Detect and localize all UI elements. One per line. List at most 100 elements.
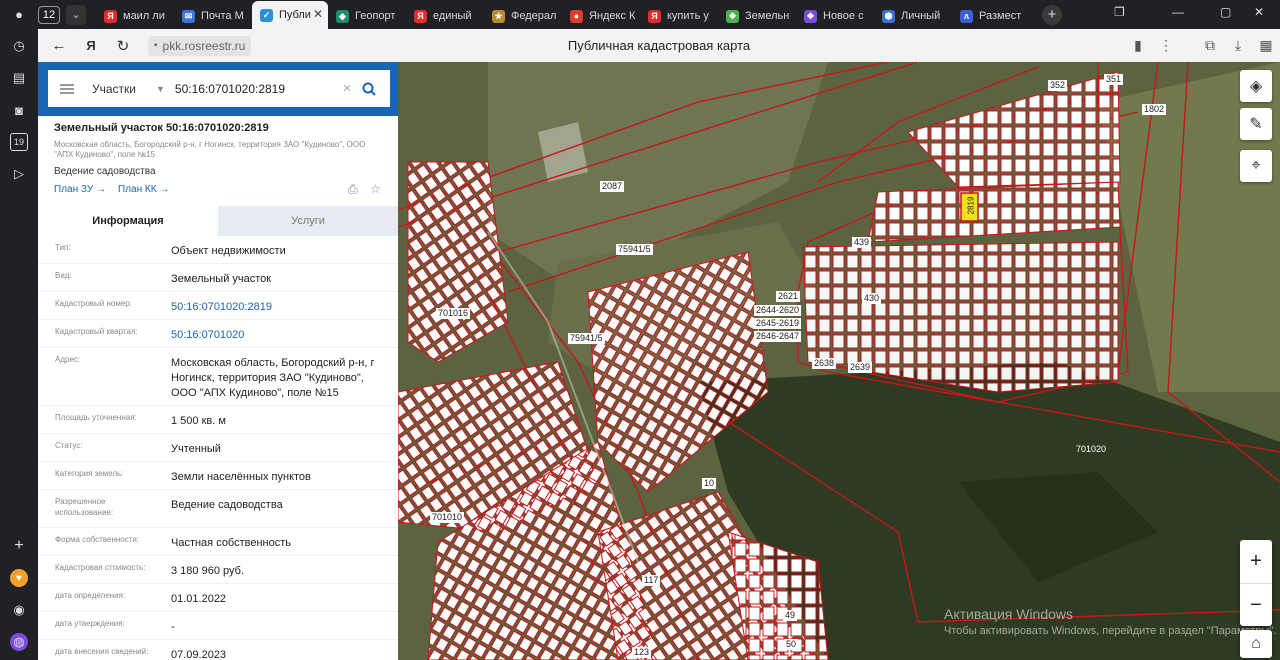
parcel-label: 352 (1048, 80, 1068, 91)
tab-label: Личный (901, 10, 941, 22)
back-arrow-icon[interactable]: ← (48, 35, 70, 57)
url-field[interactable]: ▪ pkk.rosreestr.ru (148, 35, 252, 56)
browser-tab[interactable]: ʌ Размест (952, 3, 1030, 29)
attribute-row: Форма собственности: Частная собственност… (38, 528, 398, 556)
add-sidebar-icon[interactable]: + (10, 537, 28, 555)
attribute-label: Форма собственности: (55, 535, 140, 544)
browser-tab[interactable]: Якупить у (640, 3, 718, 29)
parcel-label: 2645-2619 (754, 318, 802, 329)
browser-tab[interactable]: ◆ Геопорт (328, 3, 406, 29)
zoom-in-button[interactable]: + (1240, 540, 1272, 583)
profile-icon[interactable]: ● (0, 7, 38, 22)
attribute-label: Категория земель: (55, 469, 124, 478)
browser-tab[interactable]: Ямаил ли (96, 3, 174, 29)
tab-count-button[interactable]: 12 (38, 5, 60, 24)
browser-tab[interactable]: ✓ Публи ✕ (252, 1, 328, 29)
quarter-label: 701020 (1076, 444, 1107, 454)
share-icon[interactable]: ⧉ (1196, 37, 1224, 54)
tab-favicon-icon: ❖ (804, 9, 817, 23)
attribute-row: Категория земель: Земли населённых пункто… (38, 462, 398, 490)
tab-favicon-icon: ✓ (260, 8, 273, 22)
attribute-row: Разрешенное использование: Ведение садово… (38, 490, 398, 528)
attribute-value[interactable]: 50:16:0701020:2819 (171, 300, 391, 315)
maximize-icon[interactable]: ▢ (1220, 5, 1231, 19)
address-bar-actions: ▮ ⋮ ⧉ ⤓ ▦ (1124, 29, 1280, 62)
reload-icon[interactable]: ↻ (112, 35, 134, 57)
parcel-label: 75941/5 (616, 244, 653, 255)
history-icon[interactable]: ◷ (10, 37, 28, 55)
parcel-label: 2639 (848, 362, 873, 373)
toggle-icon[interactable]: ◉ (10, 601, 28, 619)
layers-icon[interactable]: ◈ (1240, 70, 1272, 102)
attribute-row: Вид: Земельный участок (38, 264, 398, 292)
tab-information[interactable]: Информация (38, 206, 218, 236)
browser-tab[interactable]: ⬢ Личный (874, 3, 952, 29)
parcel-label: 351 (1104, 74, 1124, 85)
cadastral-map[interactable]: 352 351 1802 2087 75941/5 75941/5 701016… (398, 62, 1280, 660)
tabs-dropdown-icon[interactable]: ⌄ (66, 4, 86, 25)
parcel-label: 2644-2620 (754, 305, 802, 316)
attribute-row: Адрес: Московская область, Богородский р-… (38, 348, 398, 406)
attribute-label: Кадастровый номер: (55, 299, 132, 308)
parcel-label: 123 (632, 647, 652, 658)
tab-label: Публи (279, 9, 311, 21)
browser-tab[interactable]: ● Яндекс К (562, 3, 640, 29)
extensions-icon[interactable]: ▦ (1252, 37, 1280, 54)
tab-favicon-icon: Я (648, 9, 661, 23)
attribute-row: Кадастровый квартал: 50:16:0701020 (38, 320, 398, 348)
parcel-label: 117 (642, 575, 661, 586)
menu-dots-icon[interactable]: ⋮ (1152, 37, 1180, 54)
chevron-down-icon[interactable]: ▼ (156, 84, 165, 94)
object-title: Земельный участок 50:16:0701020:2819 (54, 122, 269, 134)
browser-tab[interactable]: ❖ Земельн (718, 3, 796, 29)
new-tab-button[interactable]: + (1042, 4, 1062, 25)
tab-label: Земельн (745, 10, 790, 22)
tab-label: Размест (979, 10, 1022, 22)
quarter-label: 701016 (436, 308, 471, 319)
parcel-label: 49 (783, 610, 798, 621)
attribute-label: Вид: (55, 271, 72, 280)
browser-sidebar: ◷ ▤ ◙ 19 ▷ + ♥ ◉ ◍ (0, 29, 38, 660)
bookmark-icon[interactable]: ▮ (1124, 37, 1152, 54)
attribute-value[interactable]: 50:16:0701020 (171, 328, 391, 343)
attribute-row: дата внесения сведений: 07.09.2023 (38, 640, 398, 660)
yandex-logo-icon[interactable]: Я (80, 35, 102, 57)
attribute-value: 1 500 кв. м (171, 415, 226, 427)
print-icon[interactable]: ⎙ (348, 182, 362, 196)
attribute-value: 07.09.2023 (171, 649, 227, 660)
browser-tab[interactable]: ❖ Новое с (796, 3, 874, 29)
tab-services[interactable]: Услуги (218, 206, 398, 236)
close-window-icon[interactable]: ✕ (1254, 5, 1264, 19)
menu-icon[interactable] (60, 83, 74, 94)
browser-tab[interactable]: ★ Федерал (484, 3, 562, 29)
bookmarks-icon[interactable]: ❐ (1114, 5, 1125, 19)
attribute-row: дата утверждения: - (38, 612, 398, 640)
messenger-icon[interactable]: ◍ (10, 633, 28, 651)
browser-tab[interactable]: Яединый (406, 3, 484, 29)
search-icon[interactable] (360, 80, 378, 98)
locate-icon[interactable]: ⌖ (1240, 150, 1272, 182)
calendar-icon[interactable]: 19 (10, 133, 28, 151)
alice-icon[interactable]: ♥ (10, 569, 28, 587)
favorite-star-icon[interactable]: ☆ (370, 182, 384, 196)
attribute-value: Учтенный (171, 443, 221, 455)
play-icon[interactable]: ▷ (10, 165, 28, 183)
attribute-row: дата определения: 01.01.2022 (38, 584, 398, 612)
address-bar: Публичная кадастровая карта ← Я ↻ ▪ pkk.r… (38, 29, 1280, 62)
search-input[interactable]: 50:16:0701020:2819 (175, 82, 335, 96)
clear-icon[interactable]: × (343, 80, 352, 97)
plan-zu-link[interactable]: План ЗУ → (54, 184, 106, 195)
plan-kk-link[interactable]: План КК → (118, 184, 169, 195)
category-select[interactable]: Участки (92, 82, 150, 96)
collections-icon[interactable]: ▤ (10, 69, 28, 87)
minimize-icon[interactable]: — (1172, 5, 1184, 19)
tab-favicon-icon: Я (104, 9, 117, 23)
download-icon[interactable]: ⤓ (1224, 37, 1252, 54)
close-tab-icon[interactable]: ✕ (313, 7, 323, 21)
browser-tab[interactable]: ✉ Почта М (174, 3, 252, 29)
attribute-row: Площадь уточненная: 1 500 кв. м (38, 406, 398, 434)
ruler-icon[interactable]: ✎ (1240, 108, 1272, 140)
camera-icon[interactable]: ◙ (10, 101, 28, 119)
attribute-row: Кадастровый номер: 50:16:0701020:2819 (38, 292, 398, 320)
tab-label: Яндекс К (589, 10, 636, 22)
